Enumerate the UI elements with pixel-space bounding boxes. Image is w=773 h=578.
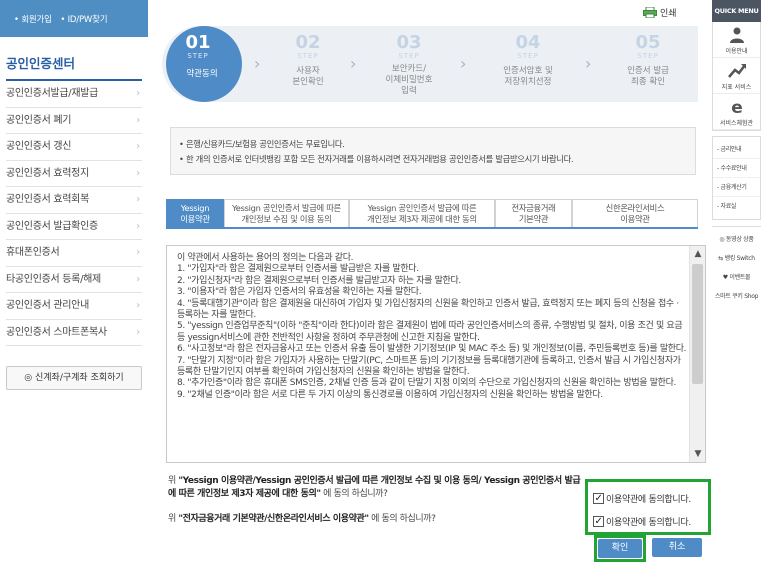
sidebar-item-renew[interactable]: 공인인증서 갱신 › bbox=[6, 134, 142, 161]
person-icon bbox=[729, 27, 744, 43]
chevron-right-icon: › bbox=[136, 273, 140, 285]
terms-tabs: Yessign 이용약관 Yessign 공인인증서 발급에 따른 개인정보 수… bbox=[166, 199, 698, 229]
sidebar-item-revoke[interactable]: 공인인증서 폐기 › bbox=[6, 108, 142, 134]
sidebar-item-suspend[interactable]: 공인인증서 효력정지 › bbox=[6, 161, 142, 187]
step-5: 05 STEP 인증서 발급 최종 확인 bbox=[627, 32, 669, 88]
notice-line: 한 개의 인증서로 인터넷뱅킹 포함 모든 전자거래를 이용하시려면 전자거래범… bbox=[179, 152, 695, 167]
chevron-right-icon: › bbox=[136, 220, 140, 232]
quick-menu-title: QUICK MENU bbox=[712, 0, 761, 22]
consent-question-2: 위 "전자금융거래 기본약관/신한온라인서비스 이용약관" 에 동의 하십니까? bbox=[168, 514, 436, 524]
sidebar-item-guide[interactable]: 공인인증서 관리안내 › bbox=[6, 293, 142, 320]
chevron-right-icon: › bbox=[136, 300, 140, 311]
scroll-thumb[interactable] bbox=[692, 264, 703, 384]
tab-shinhan-online-terms[interactable]: 신한온라인서비스 이용약관 bbox=[572, 199, 698, 227]
quick-link-fee[interactable]: - 수수료안내 bbox=[713, 159, 760, 178]
terms-textarea[interactable]: 이 약관에서 사용하는 용어의 정의는 다음과 같다. 1. "가입자"라 함은… bbox=[166, 245, 706, 463]
tab-efinance-terms[interactable]: 전자금융거래 기본약관 bbox=[495, 199, 572, 227]
sidebar-item-smartphone-copy[interactable]: 공인인증서 스마트폰복사 › bbox=[6, 320, 142, 346]
agree-checkbox-group: ✓ 이용약관에 동의합니다. ✓ 이용약관에 동의합니다. bbox=[585, 479, 711, 535]
agree-checkbox-1[interactable]: ✓ bbox=[593, 493, 604, 504]
left-sidebar: • 회원가입 • ID/PW찾기 공인인증센터 공인인증서발급/재발급 › 공인인… bbox=[0, 0, 148, 578]
chevron-right-icon: › bbox=[460, 54, 467, 73]
step-1: 01 STEP 약관동의 bbox=[162, 26, 242, 102]
confirm-button[interactable]: 확인 bbox=[598, 539, 642, 558]
terms-scrollbar[interactable]: ▲ ▼ bbox=[689, 246, 705, 462]
quick-link-event[interactable]: ♥ 이벤트몰 bbox=[712, 268, 761, 287]
quick-link-calculator[interactable]: - 금융계산기 bbox=[713, 178, 760, 197]
chevron-right-icon: › bbox=[350, 54, 357, 73]
tab-personal-info-collect[interactable]: Yessign 공인인증서 발급에 따른 개인정보 수집 및 이용 동의 bbox=[224, 199, 349, 227]
scroll-up-icon[interactable]: ▲ bbox=[690, 246, 705, 262]
quick-menu-icons: 이용안내 지표 서비스 e 서비스체험관 bbox=[712, 22, 761, 131]
quick-menu: QUICK MENU 이용안내 지표 서비스 e 서비스체험관 - 금리안내 -… bbox=[712, 0, 761, 300]
step-progress: 01 STEP 약관동의 › 02 STEP 사용자 본인확인 › 03 STE… bbox=[162, 26, 698, 102]
account-lookup-button[interactable]: ◎ 신계좌/구계좌 조회하기 bbox=[6, 366, 142, 390]
e-letter-icon: e bbox=[731, 98, 743, 116]
terms-content: 이 약관에서 사용하는 용어의 정의는 다음과 같다. 1. "가입자"라 함은… bbox=[177, 253, 687, 400]
chevron-right-icon: › bbox=[136, 326, 140, 338]
quick-item-index[interactable]: 지표 서비스 bbox=[713, 58, 760, 94]
quick-link-video[interactable]: ◎ 동영상 상품 bbox=[712, 230, 761, 249]
chevron-right-icon: › bbox=[254, 54, 261, 73]
sidebar-menu: 공인인증서발급/재발급 › 공인인증서 폐기 › 공인인증서 갱신 › 공인인증서 효… bbox=[6, 81, 142, 346]
chevron-right-icon: › bbox=[136, 167, 140, 179]
tab-personal-info-third-party[interactable]: Yessign 공인인증서 발급에 따른 개인정보 제3자 제공에 대한 동의 bbox=[349, 199, 495, 227]
chevron-right-icon: › bbox=[136, 114, 140, 126]
chevron-right-icon: › bbox=[136, 194, 140, 205]
agree-row-2[interactable]: ✓ 이용약관에 동의합니다. bbox=[593, 510, 708, 533]
print-label: 인쇄 bbox=[660, 9, 677, 19]
sidebar-top-bar: • 회원가입 • ID/PW찾기 bbox=[0, 0, 148, 37]
agree-label-2: 이용약관에 동의합니다. bbox=[606, 518, 691, 528]
chevron-right-icon: › bbox=[136, 88, 140, 99]
chevron-right-icon: › bbox=[585, 54, 592, 73]
quick-link-shop[interactable]: 스마트 쿠키 Shop bbox=[712, 287, 761, 306]
svg-text:e: e bbox=[731, 98, 743, 116]
notice-line: 은행/신용카드/보험용 공인인증서는 무료입니다. bbox=[179, 137, 695, 152]
agree-row-1[interactable]: ✓ 이용약관에 동의합니다. bbox=[593, 487, 708, 510]
chevron-right-icon: › bbox=[136, 247, 140, 258]
sidebar-item-restore[interactable]: 공인인증서 효력회복 › bbox=[6, 187, 142, 214]
quick-link-rate[interactable]: - 금리안내 bbox=[713, 140, 760, 159]
signup-link[interactable]: • 회원가입 bbox=[14, 15, 52, 25]
sidebar-title: 공인인증센터 bbox=[6, 37, 142, 81]
find-id-pw-link[interactable]: • ID/PW찾기 bbox=[60, 15, 107, 25]
scroll-down-icon[interactable]: ▼ bbox=[690, 446, 705, 462]
printer-icon bbox=[643, 7, 657, 18]
chevron-right-icon: › bbox=[136, 141, 140, 152]
step-2: 02 STEP 사용자 본인확인 bbox=[292, 32, 324, 88]
quick-item-guide[interactable]: 이용안내 bbox=[713, 22, 760, 58]
sidebar-item-issue[interactable]: 공인인증서발급/재발급 › bbox=[6, 81, 142, 108]
sidebar-item-confirmation[interactable]: 공인인증서 발급확인증 › bbox=[6, 214, 142, 240]
confirm-button-highlight: 확인 bbox=[594, 535, 646, 562]
sidebar-item-other-cert[interactable]: 타공인인증서 등록/해제 › bbox=[6, 267, 142, 293]
step-4: 04 STEP 인증서암호 및 저장위치선정 bbox=[503, 32, 553, 88]
print-button[interactable]: 인쇄 bbox=[643, 6, 677, 19]
quick-link-library[interactable]: - 자료실 bbox=[713, 197, 760, 216]
agree-checkbox-2[interactable]: ✓ bbox=[593, 516, 604, 527]
cancel-button[interactable]: 취소 bbox=[652, 538, 702, 557]
quick-menu-extra: ◎ 동영상 상품 ⇆ 뱅킹 Switch ♥ 이벤트몰 스마트 쿠키 Shop bbox=[712, 226, 761, 306]
agree-label-1: 이용약관에 동의합니다. bbox=[606, 495, 691, 505]
chart-trend-icon bbox=[727, 64, 746, 78]
quick-menu-links: - 금리안내 - 수수료안내 - 금융계산기 - 자료실 bbox=[712, 136, 761, 220]
sidebar-item-mobile-cert[interactable]: 휴대폰인증서 › bbox=[6, 240, 142, 267]
notice-box: 은행/신용카드/보험용 공인인증서는 무료입니다. 한 개의 인증서로 인터넷뱅… bbox=[170, 127, 696, 175]
quick-link-switch[interactable]: ⇆ 뱅킹 Switch bbox=[712, 249, 761, 268]
tab-yessign-terms[interactable]: Yessign 이용약관 bbox=[166, 199, 224, 227]
quick-item-experience[interactable]: e 서비스체험관 bbox=[713, 94, 760, 130]
consent-question-1: 위 "Yessign 이용약관/Yessign 공인인증서 발급에 따른 개인정… bbox=[168, 476, 581, 499]
step-3: 03 STEP 보안카드/ 이체비밀번호 입력 bbox=[385, 32, 433, 97]
